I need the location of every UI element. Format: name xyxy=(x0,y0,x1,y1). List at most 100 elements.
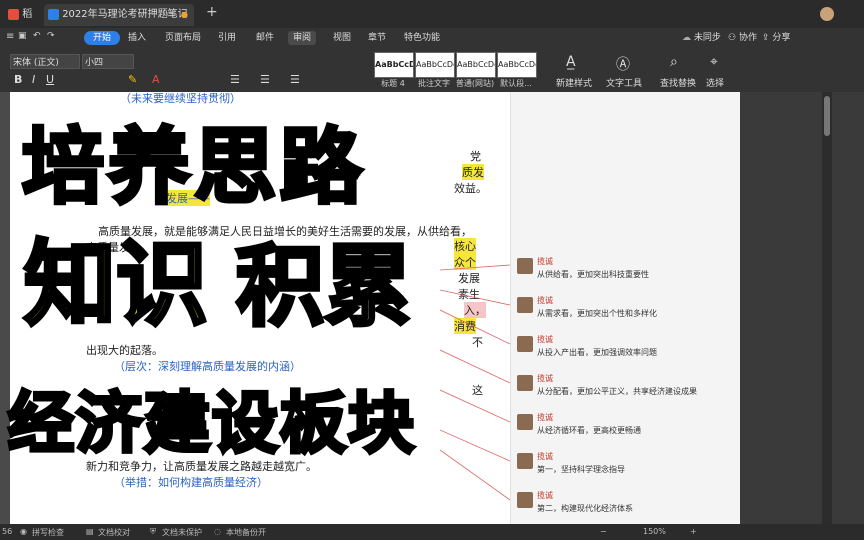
comment-author: 揽诚 xyxy=(537,296,553,305)
docer-icon xyxy=(8,8,19,20)
overlay-line-2a: 知识 xyxy=(22,229,210,340)
menu-mail[interactable]: 邮件 xyxy=(256,31,274,45)
menu-insert[interactable]: 插入 xyxy=(128,31,146,45)
zoom-level[interactable]: 150% xyxy=(643,527,666,536)
comment-card[interactable]: 揽诚 从供给看，更加突出科技重要性 xyxy=(515,256,735,292)
find-replace-button[interactable]: 查找替换 xyxy=(660,76,696,89)
save-icon[interactable]: ▣ xyxy=(18,31,27,41)
menu-section[interactable]: 章节 xyxy=(368,31,386,45)
style-heading4[interactable]: AaBbCcD xyxy=(374,52,414,78)
comment-text: 从分配看，更加公平正义，共享经济建设成果 xyxy=(537,387,697,396)
avatar[interactable] xyxy=(820,7,834,21)
tab-document[interactable]: 2022年马理论考研押题笔记 ▭ ● xyxy=(44,4,194,26)
avatar xyxy=(517,453,533,469)
shield-icon: ⛨ xyxy=(150,527,156,536)
scrollbar-thumb[interactable] xyxy=(824,96,830,136)
comment-connectors xyxy=(440,264,511,501)
overlay-line-3: 经济建设板块 xyxy=(6,383,416,464)
highlight-icon[interactable]: ✎ xyxy=(128,73,137,86)
font-size-select[interactable]: 小四 xyxy=(82,54,134,69)
comment-author: 揽诚 xyxy=(537,257,553,266)
avatar xyxy=(517,414,533,430)
frag-right-1: 党 xyxy=(470,150,481,163)
font-name-value: 宋体 (正文) xyxy=(13,58,59,68)
collab-button[interactable]: ⚇ 协作 xyxy=(728,31,757,45)
vertical-scrollbar[interactable] xyxy=(822,92,832,524)
frag-right-2: 质发 xyxy=(462,164,484,180)
style-normal-web-label: 普通(网站) xyxy=(455,79,495,88)
comment-text: 第一，坚持科学理念指导 xyxy=(537,465,625,474)
comment-author: 揽诚 xyxy=(537,374,553,383)
tab-more-icon[interactable]: ▭ xyxy=(167,4,176,26)
comment-card[interactable]: 揽诚 从投入产出看，更加强调效率问题 xyxy=(515,334,735,370)
status-bar: 56 ◉ 拼写检查 ▤ 文档校对 ⛨ 文档未保护 ◌ 本地备份开 − 150% … xyxy=(0,524,864,540)
share-label: 分享 xyxy=(772,33,791,43)
new-tab-button[interactable]: + xyxy=(206,4,218,20)
comment-card[interactable]: 揽诚 第一，坚持科学理念指导 xyxy=(515,451,735,487)
style-default-para[interactable]: AaBbCcDd xyxy=(497,52,537,78)
comment-author: 揽诚 xyxy=(537,335,553,344)
cloud-icon: ☁ xyxy=(682,33,691,43)
text-tools-button[interactable]: 文字工具 xyxy=(606,76,642,89)
frag-right-3: 效益。 xyxy=(454,182,487,195)
menu-start[interactable]: 开始 xyxy=(84,31,121,45)
backup-status[interactable]: 本地备份开 xyxy=(226,527,266,538)
align-right-icon[interactable]: ☰ xyxy=(290,73,300,86)
avatar xyxy=(517,492,533,508)
zoom-out-icon[interactable]: − xyxy=(600,527,607,536)
right-background xyxy=(740,92,864,524)
proof-icon: ▤ xyxy=(86,527,94,536)
proof-button[interactable]: 文档校对 xyxy=(98,527,130,538)
comment-card[interactable]: 揽诚 第二，构建现代化经济体系 xyxy=(515,490,735,526)
menu-features[interactable]: 特色功能 xyxy=(404,31,440,45)
unsaved-dot-icon: ● xyxy=(181,10,188,19)
menu-layout[interactable]: 页面布局 xyxy=(165,31,201,45)
collab-label: 协作 xyxy=(738,33,757,43)
underline-icon[interactable]: U xyxy=(46,73,54,86)
page-number[interactable]: 56 xyxy=(2,527,12,536)
comment-card[interactable]: 揽诚 从分配看，更加公平正义，共享经济建设成果 xyxy=(515,373,735,409)
avatar xyxy=(517,297,533,313)
comment-card[interactable]: 揽诚 从需求看，更加突出个性和多样化 xyxy=(515,295,735,331)
new-style-button[interactable]: 新建样式 xyxy=(556,76,592,89)
bold-icon[interactable]: B xyxy=(14,73,22,86)
align-left-icon[interactable]: ☰ xyxy=(230,73,240,86)
new-style-icon[interactable]: A̲ xyxy=(566,54,576,70)
protect-status[interactable]: 文档未保护 xyxy=(162,527,202,538)
sync-status[interactable]: ☁ 未同步 xyxy=(682,31,721,45)
style-normal-web[interactable]: AaBbCcDd xyxy=(456,52,496,78)
comment-text: 从需求看，更加突出个性和多样化 xyxy=(537,309,657,318)
redo-icon[interactable]: ↷ xyxy=(47,31,55,41)
menu-view[interactable]: 视图 xyxy=(333,31,351,45)
heading-measure: （举措：如何构建高质量经济） xyxy=(114,476,268,489)
avatar xyxy=(517,258,533,274)
menu-review[interactable]: 审阅 xyxy=(288,31,317,45)
style-comment-text-label: 批注文字 xyxy=(418,79,450,88)
menu-reference[interactable]: 引用 xyxy=(218,31,236,45)
zoom-in-icon[interactable]: + xyxy=(690,527,697,536)
search-icon[interactable]: ⌕ xyxy=(670,54,678,70)
text-tools-icon[interactable]: Ⓐ xyxy=(616,54,630,74)
comment-text: 从投入产出看，更加强调效率问题 xyxy=(537,348,657,357)
select-button[interactable]: 选择 xyxy=(706,76,724,89)
spellcheck-button[interactable]: 拼写检查 xyxy=(32,527,64,538)
menu-icon[interactable]: ≡ xyxy=(6,31,14,42)
select-icon[interactable]: ⌖ xyxy=(710,54,718,70)
comment-text: 从经济循环看，更高校更畅通 xyxy=(537,426,641,435)
comment-author: 揽诚 xyxy=(537,413,553,422)
comment-card[interactable]: 揽诚 从经济循环看，更高校更畅通 xyxy=(515,412,735,448)
font-color-icon[interactable]: A xyxy=(152,73,160,86)
share-button[interactable]: ⇪ 分享 xyxy=(762,31,790,45)
align-center-icon[interactable]: ☰ xyxy=(260,73,270,86)
overlay-line-2b: 积累 xyxy=(234,233,414,340)
avatar xyxy=(517,336,533,352)
comment-text: 从供给看，更加突出科技重要性 xyxy=(537,270,649,279)
font-name-select[interactable]: 宋体 (正文) xyxy=(10,54,80,69)
undo-icon[interactable]: ↶ xyxy=(33,31,41,41)
style-comment-text[interactable]: AaBbCcDd xyxy=(415,52,455,78)
tab-home[interactable]: 稻壳 xyxy=(4,4,40,42)
overlay-line-1: 培养思路 xyxy=(20,118,367,217)
share-icon: ⇪ xyxy=(762,33,770,43)
italic-icon[interactable]: I xyxy=(32,73,35,86)
comment-author: 揽诚 xyxy=(537,491,553,500)
